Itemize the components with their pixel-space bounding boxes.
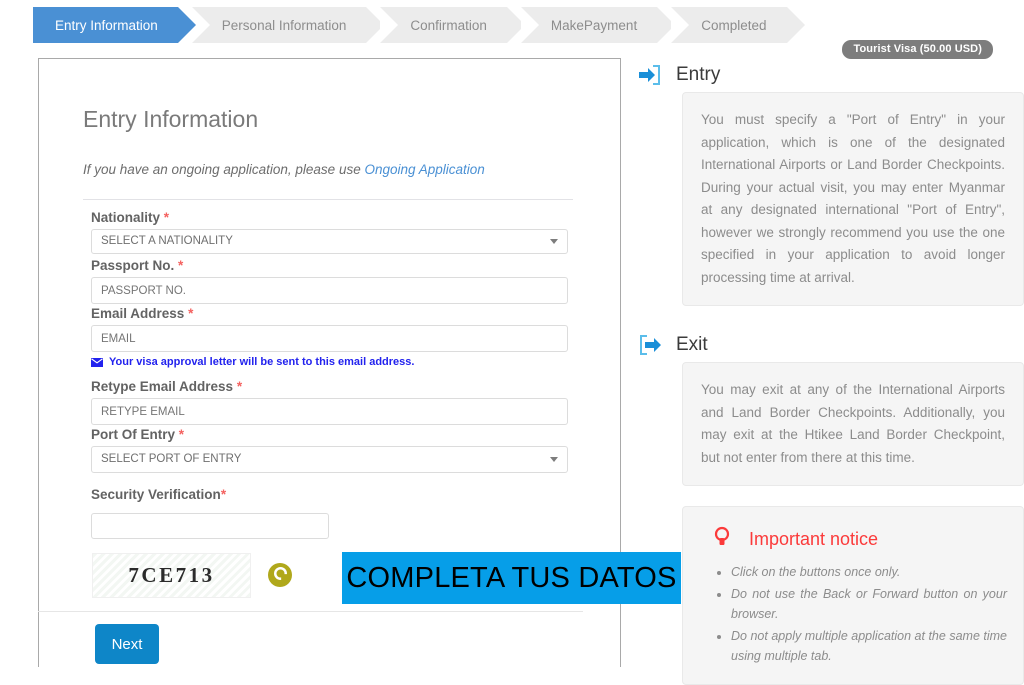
port-of-entry-select[interactable]: SELECT PORT OF ENTRY <box>91 446 568 473</box>
wizard-step-label: Entry Information <box>55 17 158 33</box>
sign-in-icon <box>638 64 662 86</box>
sign-out-icon <box>638 334 662 356</box>
wizard-step-makepayment[interactable]: MakePayment <box>520 7 676 43</box>
required-marker: * <box>236 379 243 394</box>
refresh-captcha-icon[interactable] <box>268 563 292 587</box>
wizard-step-entry-information[interactable]: Entry Information <box>33 7 196 43</box>
page-title: Entry Information <box>83 106 259 132</box>
info-sidebar: Entry You must specify a "Port of Entry"… <box>638 58 1024 685</box>
annotation-text: COMPLETA TUS DATOS <box>346 561 677 594</box>
label-security-verification: Security Verification* <box>91 487 568 502</box>
field-nationality: Nationality * SELECT A NATIONALITY <box>91 210 568 254</box>
visa-type-badge: Tourist Visa (50.00 USD) <box>842 40 993 59</box>
email-address-input[interactable] <box>91 325 568 352</box>
email-delivery-note: Your visa approval letter will be sent t… <box>91 356 414 368</box>
wizard-step-label: Completed <box>701 17 767 33</box>
wizard-step-personal-information[interactable]: Personal Information <box>191 7 384 43</box>
required-marker: * <box>163 210 170 225</box>
label-retype-email: Retype Email Address * <box>91 379 568 394</box>
important-notice-list: Click on the buttons once only. Do not u… <box>699 562 1007 666</box>
form-divider <box>83 199 573 200</box>
captcha-area: 7CE713 <box>92 553 292 598</box>
label-nationality: Nationality * <box>91 210 568 225</box>
required-marker: * <box>178 258 184 273</box>
wizard-step-list: Entry Information Personal Information C… <box>33 7 805 43</box>
field-port-of-entry: Port Of Entry * SELECT PORT OF ENTRY <box>91 427 568 473</box>
label-text: Security Verification <box>91 487 221 502</box>
captcha-image: 7CE713 <box>92 553 251 598</box>
label-email-address: Email Address * <box>91 306 568 321</box>
field-retype-email: Retype Email Address * <box>91 379 568 425</box>
wizard-step-label: Confirmation <box>410 17 487 33</box>
next-button[interactable]: Next <box>95 624 159 664</box>
label-passport-number: Passport No. * <box>91 258 568 273</box>
annotation-overlay-completa-tus-datos: COMPLETA TUS DATOS <box>342 552 681 604</box>
retype-email-input[interactable] <box>91 398 568 425</box>
entry-section-title: Entry <box>676 64 721 85</box>
label-text: Nationality <box>91 210 161 225</box>
ongoing-application-link[interactable]: Ongoing Application <box>364 162 484 177</box>
ongoing-application-text: If you have an ongoing application, plea… <box>83 162 365 177</box>
label-text: Email Address <box>91 306 185 321</box>
required-marker: * <box>178 427 185 442</box>
passport-number-input[interactable] <box>91 277 568 304</box>
wizard-step-label: Personal Information <box>221 17 347 33</box>
wizard-step-completed[interactable]: Completed <box>671 7 805 43</box>
important-notice-title: Important notice <box>749 529 879 549</box>
envelope-icon <box>91 357 103 367</box>
list-item: Do not use the Back or Forward button on… <box>731 584 1007 624</box>
label-text: Retype Email Address <box>91 379 234 394</box>
chevron-down-icon <box>550 239 558 244</box>
lightbulb-icon <box>713 525 731 554</box>
wizard-step-confirmation[interactable]: Confirmation <box>380 7 525 43</box>
form-footer-divider <box>38 611 583 612</box>
exit-section-body: You may exit at any of the International… <box>682 362 1024 486</box>
email-delivery-note-text: Your visa approval letter will be sent t… <box>109 356 415 368</box>
port-of-entry-select-value: SELECT PORT OF ENTRY <box>101 453 242 465</box>
field-email-address: Email Address * <box>91 306 568 352</box>
required-marker: * <box>188 306 194 321</box>
nationality-select[interactable]: SELECT A NATIONALITY <box>91 229 568 254</box>
chevron-down-icon <box>550 457 558 462</box>
important-notice-header: Important notice <box>713 525 1007 554</box>
label-port-of-entry: Port Of Entry * <box>91 427 568 442</box>
security-verification-input[interactable] <box>91 513 329 539</box>
label-text: Passport No. <box>91 258 175 273</box>
nationality-select-value: SELECT A NATIONALITY <box>101 235 233 247</box>
label-text: Port Of Entry <box>91 427 176 442</box>
wizard-step-label: MakePayment <box>550 17 638 33</box>
list-item: Do not apply multiple application at the… <box>731 626 1007 666</box>
important-notice-card: Important notice Click on the buttons on… <box>682 506 1024 685</box>
field-passport-number: Passport No. * <box>91 258 568 304</box>
exit-section-title: Exit <box>676 334 708 355</box>
field-security-verification: Security Verification* <box>91 487 568 539</box>
exit-section-header: Exit <box>638 328 1024 362</box>
ongoing-application-notice: If you have an ongoing application, plea… <box>83 162 485 177</box>
entry-section-header: Entry <box>638 58 1024 92</box>
entry-section-body: You must specify a "Port of Entry" in yo… <box>682 92 1024 306</box>
list-item: Click on the buttons once only. <box>731 562 1007 582</box>
required-marker: * <box>220 487 227 502</box>
captcha-code-text: 7CE713 <box>128 563 215 587</box>
